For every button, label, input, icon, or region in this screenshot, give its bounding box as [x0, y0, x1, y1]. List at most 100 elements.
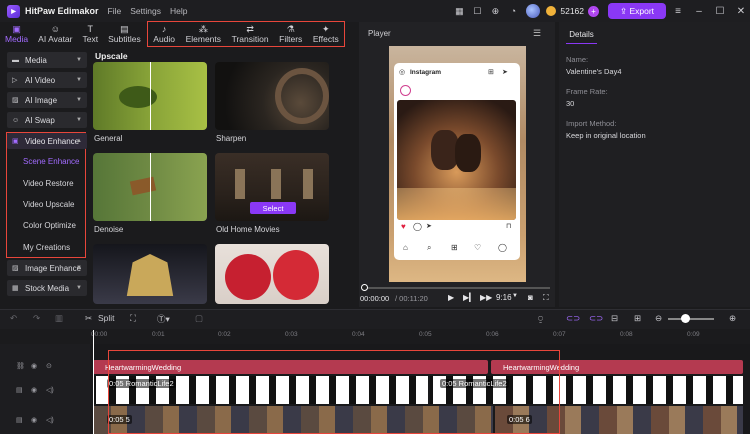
download-icon[interactable]: ⊕: [489, 5, 501, 17]
tab-filters[interactable]: ⚗ Filters: [279, 24, 302, 44]
tab-ai-avatar[interactable]: ☺ AI Avatar: [33, 22, 77, 46]
lock-icon[interactable]: ⊙: [46, 362, 52, 370]
split-label[interactable]: Split: [98, 313, 115, 323]
tab-media[interactable]: ▣ Media: [0, 22, 33, 46]
app-logo-icon: ▶: [7, 4, 20, 18]
stock-icon: ▦: [12, 285, 19, 292]
sidebar-item-video-enhance[interactable]: ▣ Video Enhance ▲: [7, 133, 87, 149]
sidebar-label: Media: [25, 55, 47, 65]
sidebar-item-ai-video[interactable]: ▷ AI Video ▼: [7, 72, 87, 88]
visibility-icon[interactable]: ◉: [31, 386, 37, 394]
player-title: Player: [368, 29, 391, 38]
freeze-icon[interactable]: ▢: [195, 313, 203, 324]
video-track-icon[interactable]: ▤: [16, 386, 23, 394]
menu-settings[interactable]: Settings: [130, 6, 161, 16]
butterfly-image: [129, 176, 157, 196]
tab-elements[interactable]: ⁂ Elements: [186, 24, 221, 44]
mute-icon[interactable]: ◁): [46, 416, 54, 424]
progress-handle[interactable]: [361, 284, 368, 291]
fast-forward-icon[interactable]: ▶▶: [480, 293, 492, 302]
tab-text[interactable]: T Text: [78, 22, 104, 46]
aspect-ratio[interactable]: 9:16: [496, 293, 512, 302]
undo-icon[interactable]: ↶: [10, 313, 17, 324]
thumb-fox-logo[interactable]: [93, 244, 207, 304]
feedback-icon[interactable]: ☐: [471, 5, 483, 17]
filter-icon: ⚗: [286, 24, 295, 34]
title-bar: ▶ HitPaw Edimakor File Settings Help ▦ ☐…: [0, 0, 750, 22]
link-icon[interactable]: ⊂⊃: [589, 313, 603, 324]
thumb-label: General: [94, 134, 123, 143]
play-forward-icon[interactable]: ▶▎: [463, 293, 475, 302]
chevron-down-icon[interactable]: ▼: [512, 293, 518, 299]
zoom-slider[interactable]: [668, 318, 714, 320]
menu-help[interactable]: Help: [170, 6, 187, 16]
tab-effects-label: Effects: [312, 34, 339, 44]
sidebar-subitem-video-restore[interactable]: Video Restore: [23, 179, 74, 188]
text-tool-icon[interactable]: Ⓣ▾: [157, 313, 170, 325]
thumb-sharpen[interactable]: [215, 62, 329, 130]
tab-transition[interactable]: ⇄ Transition: [232, 24, 269, 44]
split-icon[interactable]: ✂: [85, 313, 92, 324]
coin-icon: [546, 6, 557, 16]
sidebar-label: Image Enhance: [25, 263, 82, 273]
sidebar-subitem-color-optimize[interactable]: Color Optimize: [23, 221, 76, 230]
tab-text-label: Text: [82, 34, 99, 44]
image-track-icon[interactable]: ▤: [16, 416, 23, 424]
tab-audio[interactable]: ♪ Audio: [153, 24, 175, 44]
maximize-icon[interactable]: ☐: [711, 6, 729, 17]
fit-icon[interactable]: ⊟: [611, 313, 618, 324]
track-link-icon[interactable]: ⛓: [16, 362, 25, 370]
thumb-general[interactable]: [93, 62, 207, 130]
snapshot-icon[interactable]: ◙: [528, 293, 533, 302]
sidebar-subitem-my-creations[interactable]: My Creations: [23, 243, 70, 252]
sidebar-item-ai-swap[interactable]: ☺ AI Swap ▼: [7, 112, 87, 128]
heart-outline-icon: ♡: [474, 243, 482, 252]
avatar[interactable]: [526, 4, 541, 18]
fullscreen-icon[interactable]: ⛶: [543, 293, 549, 303]
crop-icon[interactable]: ⛶: [130, 313, 136, 324]
thumb-denoise[interactable]: [93, 153, 207, 221]
player-menu-icon[interactable]: ☰: [533, 28, 541, 39]
person-icon: ☺: [50, 24, 60, 34]
thumb-strawberries[interactable]: [215, 244, 329, 304]
tab-effects[interactable]: ✦ Effects: [313, 24, 339, 44]
add-credits-button[interactable]: +: [588, 5, 599, 17]
playhead[interactable]: [93, 330, 94, 434]
sidebar-item-media[interactable]: ▬ Media ▼: [7, 52, 87, 68]
track-icon[interactable]: ⊞: [634, 313, 641, 324]
export-button[interactable]: ⇪ Export: [608, 3, 666, 19]
frame-rate-label: Frame Rate:: [566, 87, 608, 96]
tab-transition-label: Transition: [231, 34, 269, 44]
zoom-out-icon[interactable]: ⊖: [655, 313, 662, 324]
chevron-down-icon: ▼: [76, 77, 82, 83]
play-icon[interactable]: ▶: [448, 293, 454, 302]
zoom-in-icon[interactable]: ⊕: [729, 313, 736, 324]
zoom-slider-handle[interactable]: [681, 314, 690, 323]
mute-icon[interactable]: ◁): [46, 386, 54, 394]
redo-icon[interactable]: ↷: [33, 313, 40, 324]
glass-image: [303, 169, 313, 199]
magnet-icon[interactable]: ⊂⊃: [566, 313, 580, 324]
microphone-icon[interactable]: ⍜: [538, 313, 543, 324]
delete-icon[interactable]: ▥: [55, 313, 63, 324]
notification-icon[interactable]: ◔: [507, 5, 519, 17]
menu-icon[interactable]: ≡: [669, 6, 687, 17]
tab-details[interactable]: Details: [566, 25, 597, 44]
minimize-icon[interactable]: –: [690, 6, 708, 17]
playback-progress[interactable]: [364, 287, 550, 289]
close-icon[interactable]: ✕: [732, 6, 750, 17]
gift-icon[interactable]: ▦: [453, 5, 465, 17]
share-icon: ➤: [426, 223, 432, 230]
visibility-icon[interactable]: ◉: [31, 362, 37, 370]
sidebar-subitem-video-upscale[interactable]: Video Upscale: [23, 200, 74, 209]
credits-count: 52162: [560, 6, 584, 16]
effects-icon: ✦: [322, 24, 330, 34]
sidebar-item-stock-media[interactable]: ▦ Stock Media ▼: [7, 280, 87, 296]
sidebar-subitem-scene-enhance[interactable]: Scene Enhance: [23, 157, 80, 166]
sidebar-item-ai-image[interactable]: ▨ AI Image ▼: [7, 92, 87, 108]
visibility-icon[interactable]: ◉: [31, 416, 37, 424]
menu-file[interactable]: File: [108, 6, 122, 16]
tab-subtitles[interactable]: ▤ Subtitles: [103, 22, 146, 46]
sidebar-item-image-enhance[interactable]: ▨ Image Enhance ▼: [7, 260, 87, 276]
select-button[interactable]: Select: [250, 202, 296, 214]
